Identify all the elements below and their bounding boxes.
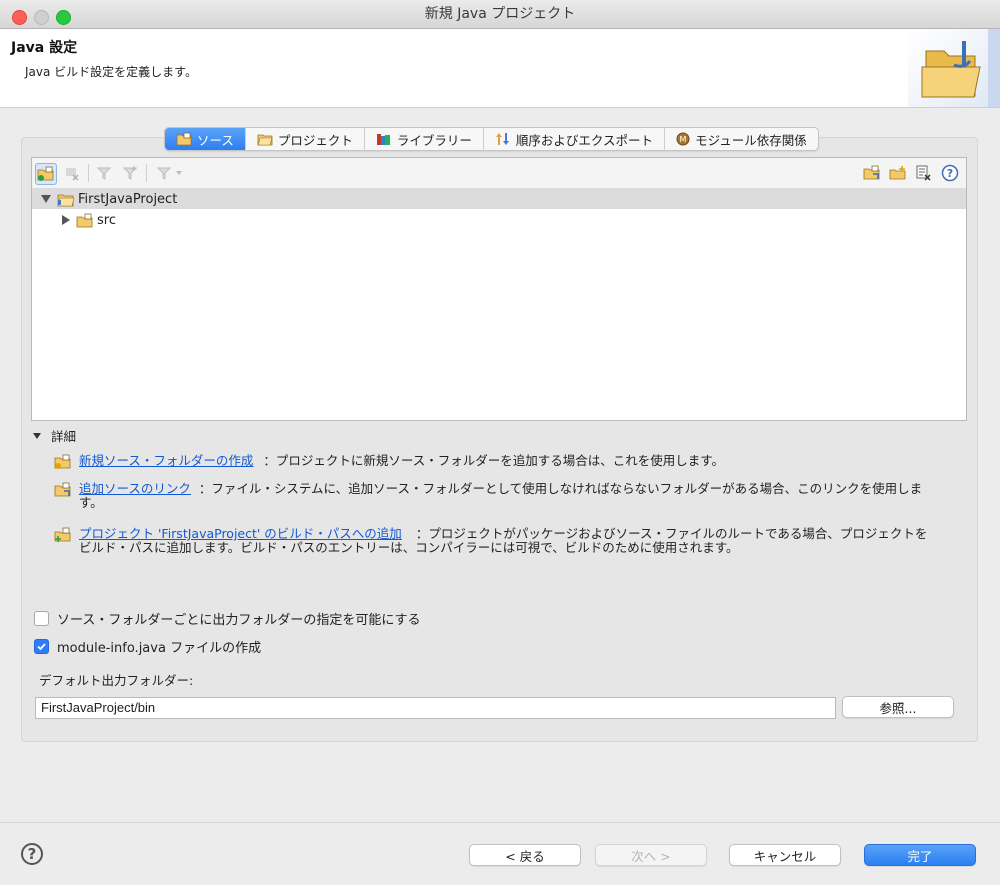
remove-entry-toolbar-button[interactable] (914, 163, 934, 183)
create-new-source-folder-link[interactable]: 新規ソース・フォルダーの作成 (79, 453, 253, 468)
tab-libraries-label: ライブラリー (396, 132, 472, 148)
page-description: Java ビルド設定を定義します。 (25, 65, 197, 79)
add-source-folder-toolbar-button[interactable] (35, 163, 57, 185)
remove-icon (66, 168, 79, 181)
add-project-icon (54, 527, 74, 546)
new-source-folder-icon (37, 166, 54, 181)
tab-projects-label: プロジェクト (277, 132, 353, 148)
configure-filter-dropdown[interactable] (154, 163, 188, 183)
module-info-checkbox[interactable] (34, 639, 49, 654)
add-project-to-build-path-link[interactable]: プロジェクト 'FirstJavaProject' のビルド・パスへの追加 (79, 526, 402, 541)
link-source-icon (54, 482, 74, 501)
filter-icon (96, 167, 112, 180)
window-titlebar: 新規 Java プロジェクト (0, 0, 1000, 29)
collapse-arrow-icon (33, 432, 41, 439)
filter-plus-icon (122, 166, 138, 180)
tab-source[interactable]: ソース (165, 128, 246, 150)
add-project-icon (889, 166, 906, 180)
detail-build-path-text-cont: ビルド・パスに追加します。ビルド・パスのエントリーは、コンパイラーには可視で、ビ… (79, 540, 739, 555)
wizard-banner-image (908, 29, 1000, 107)
library-books-icon (376, 132, 392, 146)
module-info-option[interactable]: module-info.java ファイルの作成 (34, 637, 261, 656)
tab-source-label: ソース (197, 132, 234, 148)
tree-item-src[interactable]: src (32, 210, 966, 230)
detail-link-source: 追加ソースのリンク ：ファイル・システムに、追加ソース・フォルダーとして使用しなけ… (54, 482, 954, 512)
open-folder-icon (921, 29, 1000, 107)
per-folder-output-label: ソース・フォルダーごとに出力フォルダーの指定を可能にする (57, 613, 421, 628)
new-source-folder-icon (54, 454, 74, 473)
source-folder-icon (176, 132, 192, 146)
inclusion-filter-button[interactable] (94, 163, 114, 183)
order-arrows-icon (495, 132, 511, 146)
add-project-toolbar-button[interactable] (888, 163, 908, 183)
module-icon: M (676, 132, 690, 146)
tab-order-export-label: 順序およびエクスポート (515, 132, 654, 148)
help-button[interactable]: ? (21, 843, 43, 865)
detail-link-source-text-cont: す。 (79, 495, 103, 510)
project-folder-icon (57, 194, 75, 206)
window-title: 新規 Java プロジェクト (424, 6, 576, 22)
svg-text:?: ? (947, 167, 953, 180)
source-folder-name: src (97, 212, 116, 228)
exclusion-filter-button[interactable] (120, 163, 140, 183)
detail-build-path-text: ：プロジェクトがパッケージおよびソース・ファイルのルートである場合、プロジェクト… (415, 526, 928, 541)
detail-new-source-folder: 新規ソース・フォルダーの作成 ：プロジェクトに新規ソース・フォルダーを追加する場合… (54, 454, 954, 470)
source-tree-panel: ? FirstJavaProject src (31, 157, 967, 421)
finish-button[interactable]: 完了 (864, 844, 976, 866)
svg-text:M: M (680, 135, 687, 144)
project-folder-icon (257, 132, 273, 146)
per-folder-output-option[interactable]: ソース・フォルダーごとに出力フォルダーの指定を可能にする (34, 609, 420, 628)
link-source-icon (863, 165, 880, 180)
detail-new-source-folder-text: ：プロジェクトに新規ソース・フォルダーを追加する場合は、これを使用します。 (263, 453, 725, 468)
browse-button[interactable]: 参照... (842, 696, 954, 718)
tab-module-dependencies[interactable]: M モジュール依存関係 (665, 128, 818, 150)
wizard-header: Java 設定 Java ビルド設定を定義します。 (0, 29, 1000, 108)
tree-toolbar: ? (32, 158, 966, 189)
next-button[interactable]: 次へ > (595, 844, 707, 866)
tab-projects[interactable]: プロジェクト (246, 128, 365, 150)
page-title: Java 設定 (11, 40, 78, 56)
collapse-arrow-icon[interactable] (62, 215, 70, 225)
back-button[interactable]: < 戻る (469, 844, 581, 866)
link-additional-source-link[interactable]: 追加ソースのリンク (79, 481, 191, 496)
default-output-folder-label: デフォルト出力フォルダー: (39, 673, 194, 688)
checkmark-icon (37, 643, 46, 651)
default-output-folder-field[interactable]: FirstJavaProject/bin (35, 697, 836, 719)
tab-order-export[interactable]: 順序およびエクスポート (484, 128, 666, 150)
module-info-label: module-info.java ファイルの作成 (57, 641, 262, 656)
link-source-toolbar-button[interactable] (862, 163, 882, 183)
expand-arrow-icon[interactable] (41, 195, 51, 203)
source-folder-icon (76, 213, 93, 227)
filter-dropdown-icon (156, 167, 182, 180)
close-window-button[interactable] (12, 10, 27, 25)
tab-bar: ソース プロジェクト ライブラリー 順序およびエクスポート M モジュール依存関… (164, 127, 819, 151)
project-name: FirstJavaProject (78, 191, 178, 207)
tab-module-dependencies-label: モジュール依存関係 (695, 132, 807, 148)
help-toolbar-button[interactable]: ? (940, 163, 960, 183)
per-folder-output-checkbox[interactable] (34, 611, 49, 626)
toolbar-separator (88, 164, 89, 182)
details-section-toggle[interactable]: 詳細 (33, 426, 76, 445)
tree-item-project[interactable]: FirstJavaProject (32, 189, 966, 209)
tab-libraries[interactable]: ライブラリー (365, 128, 484, 150)
remove-from-build-path-button[interactable] (62, 163, 82, 183)
zoom-window-button[interactable] (56, 10, 71, 25)
footer-separator (0, 822, 1000, 823)
detail-add-to-build-path: プロジェクト 'FirstJavaProject' のビルド・パスへの追加 ：プロ… (54, 527, 954, 557)
details-heading: 詳細 (51, 429, 77, 444)
remove-entry-icon (916, 165, 931, 181)
help-icon: ? (941, 164, 959, 182)
minimize-window-button[interactable] (34, 10, 49, 25)
cancel-button[interactable]: キャンセル (729, 844, 841, 866)
detail-link-source-text: ：ファイル・システムに、追加ソース・フォルダーとして使用しなければならないフォル… (198, 481, 923, 496)
toolbar-separator (146, 164, 147, 182)
